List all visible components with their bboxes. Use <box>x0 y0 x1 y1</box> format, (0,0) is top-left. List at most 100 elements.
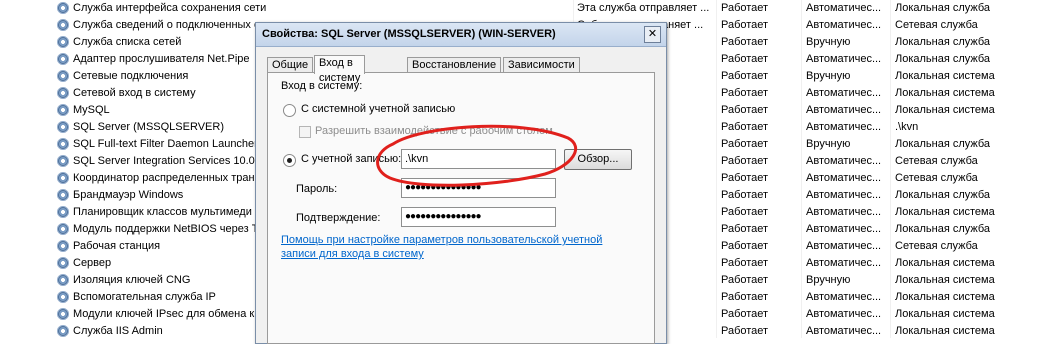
service-logon-as: Локальная служба <box>895 138 991 150</box>
service-startup-type: Вручную <box>806 70 851 82</box>
gear-icon <box>57 87 69 99</box>
service-gear-icon <box>56 0 71 17</box>
service-gear-icon <box>56 51 71 68</box>
service-state: Работает <box>721 189 769 201</box>
service-state: Работает <box>721 257 769 269</box>
service-state: Работает <box>721 308 769 320</box>
tab-logon[interactable]: Вход в систему <box>314 55 366 84</box>
service-state: Работает <box>721 172 769 184</box>
service-state: Работает <box>721 325 769 337</box>
service-startup-type: Автоматичес... <box>806 291 882 303</box>
service-state: Работает <box>721 121 769 133</box>
close-icon: ✕ <box>647 28 658 40</box>
password-input[interactable]: ●●●●●●●●●●●●●●● <box>401 178 556 198</box>
service-gear-icon <box>56 306 71 323</box>
service-row[interactable]: Служба интерфейса сохранения сети Эта слу… <box>0 0 1049 17</box>
service-startup-type: Автоматичес... <box>806 223 882 235</box>
service-gear-icon <box>56 119 71 136</box>
gear-icon <box>57 291 69 303</box>
service-gear-icon <box>56 255 71 272</box>
service-gear-icon <box>56 221 71 238</box>
gear-icon <box>57 257 69 269</box>
service-description: Эта служба отправляет ... <box>577 2 710 14</box>
service-startup-type: Автоматичес... <box>806 121 882 133</box>
radio-this-account-label[interactable]: С учетной записью: <box>301 153 401 165</box>
browse-button[interactable]: Обзор... <box>564 149 632 170</box>
service-startup-type: Автоматичес... <box>806 2 882 14</box>
dialog-title-bar[interactable]: Свойства: SQL Server (MSSQLSERVER) (WIN-… <box>256 23 666 47</box>
service-startup-type: Автоматичес... <box>806 308 882 320</box>
gear-icon <box>57 70 69 82</box>
service-gear-icon <box>56 238 71 255</box>
tab-general[interactable]: Общие <box>267 57 314 73</box>
service-state: Работает <box>721 155 769 167</box>
allow-desktop-label: Разрешить взаимодействие с рабочим столо… <box>315 125 553 137</box>
account-input[interactable]: .\kvn <box>401 149 556 169</box>
service-state: Работает <box>721 291 769 303</box>
gear-icon <box>57 19 69 31</box>
service-gear-icon <box>56 323 71 340</box>
service-logon-as: Локальная служба <box>895 189 991 201</box>
service-startup-type: Автоматичес... <box>806 206 882 218</box>
service-gear-icon <box>56 289 71 306</box>
dialog-title: Свойства: SQL Server (MSSQLSERVER) (WIN-… <box>262 28 556 40</box>
gear-icon <box>57 308 69 320</box>
gear-icon <box>57 104 69 116</box>
gear-icon <box>57 36 69 48</box>
close-button[interactable]: ✕ <box>644 26 661 43</box>
gear-icon <box>57 189 69 201</box>
tab-dependencies[interactable]: Зависимости <box>503 57 580 73</box>
service-logon-as: Локальная система <box>895 308 995 320</box>
gear-icon <box>57 172 69 184</box>
service-state: Работает <box>721 53 769 65</box>
service-startup-type: Автоматичес... <box>806 19 882 31</box>
gear-icon <box>57 274 69 286</box>
service-gear-icon <box>56 34 71 51</box>
service-gear-icon <box>56 204 71 221</box>
service-state: Работает <box>721 223 769 235</box>
gear-icon <box>57 155 69 167</box>
password-label: Пароль: <box>296 183 338 195</box>
service-state: Работает <box>721 274 769 286</box>
gear-icon <box>57 325 69 337</box>
service-name: Служба интерфейса сохранения сети <box>73 2 267 14</box>
service-startup-type: Автоматичес... <box>806 155 882 167</box>
service-startup-type: Автоматичес... <box>806 189 882 201</box>
service-state: Работает <box>721 240 769 252</box>
service-logon-as: Локальная система <box>895 104 995 116</box>
service-logon-as: Локальная система <box>895 325 995 337</box>
allow-desktop-checkbox[interactable] <box>299 126 311 138</box>
logon-help-link[interactable]: Помощь при настройке параметров пользова… <box>281 233 621 261</box>
tab-recovery[interactable]: Восстановление <box>407 57 502 73</box>
confirm-password-input[interactable]: ●●●●●●●●●●●●●●● <box>401 207 556 227</box>
service-startup-type: Автоматичес... <box>806 87 882 99</box>
service-logon-as: Локальная система <box>895 87 995 99</box>
service-logon-as: Сетевая служба <box>895 240 978 252</box>
service-gear-icon <box>56 272 71 289</box>
gear-icon <box>57 206 69 218</box>
service-startup-type: Вручную <box>806 138 851 150</box>
service-startup-type: Автоматичес... <box>806 104 882 116</box>
logon-tab-panel: Вход в систему: С системной учетной запи… <box>267 72 655 344</box>
service-state: Работает <box>721 138 769 150</box>
service-logon-as: Локальная система <box>895 291 995 303</box>
confirm-password-label: Подтверждение: <box>296 212 381 224</box>
radio-this-account[interactable] <box>283 154 296 167</box>
radio-system-account-label[interactable]: С системной учетной записью <box>301 103 455 115</box>
service-logon-as: Локальная система <box>895 274 995 286</box>
service-state: Работает <box>721 2 769 14</box>
radio-system-account[interactable] <box>283 104 296 117</box>
service-gear-icon <box>56 136 71 153</box>
service-startup-type: Автоматичес... <box>806 172 882 184</box>
service-gear-icon <box>56 85 71 102</box>
gear-icon <box>57 121 69 133</box>
service-logon-as: Сетевая служба <box>895 172 978 184</box>
service-gear-icon <box>56 170 71 187</box>
service-logon-as: Сетевая служба <box>895 19 978 31</box>
service-startup-type: Автоматичес... <box>806 257 882 269</box>
service-logon-as: Сетевая служба <box>895 155 978 167</box>
service-gear-icon <box>56 17 71 34</box>
gear-icon <box>57 53 69 65</box>
gear-icon <box>57 2 69 14</box>
service-startup-type: Автоматичес... <box>806 240 882 252</box>
